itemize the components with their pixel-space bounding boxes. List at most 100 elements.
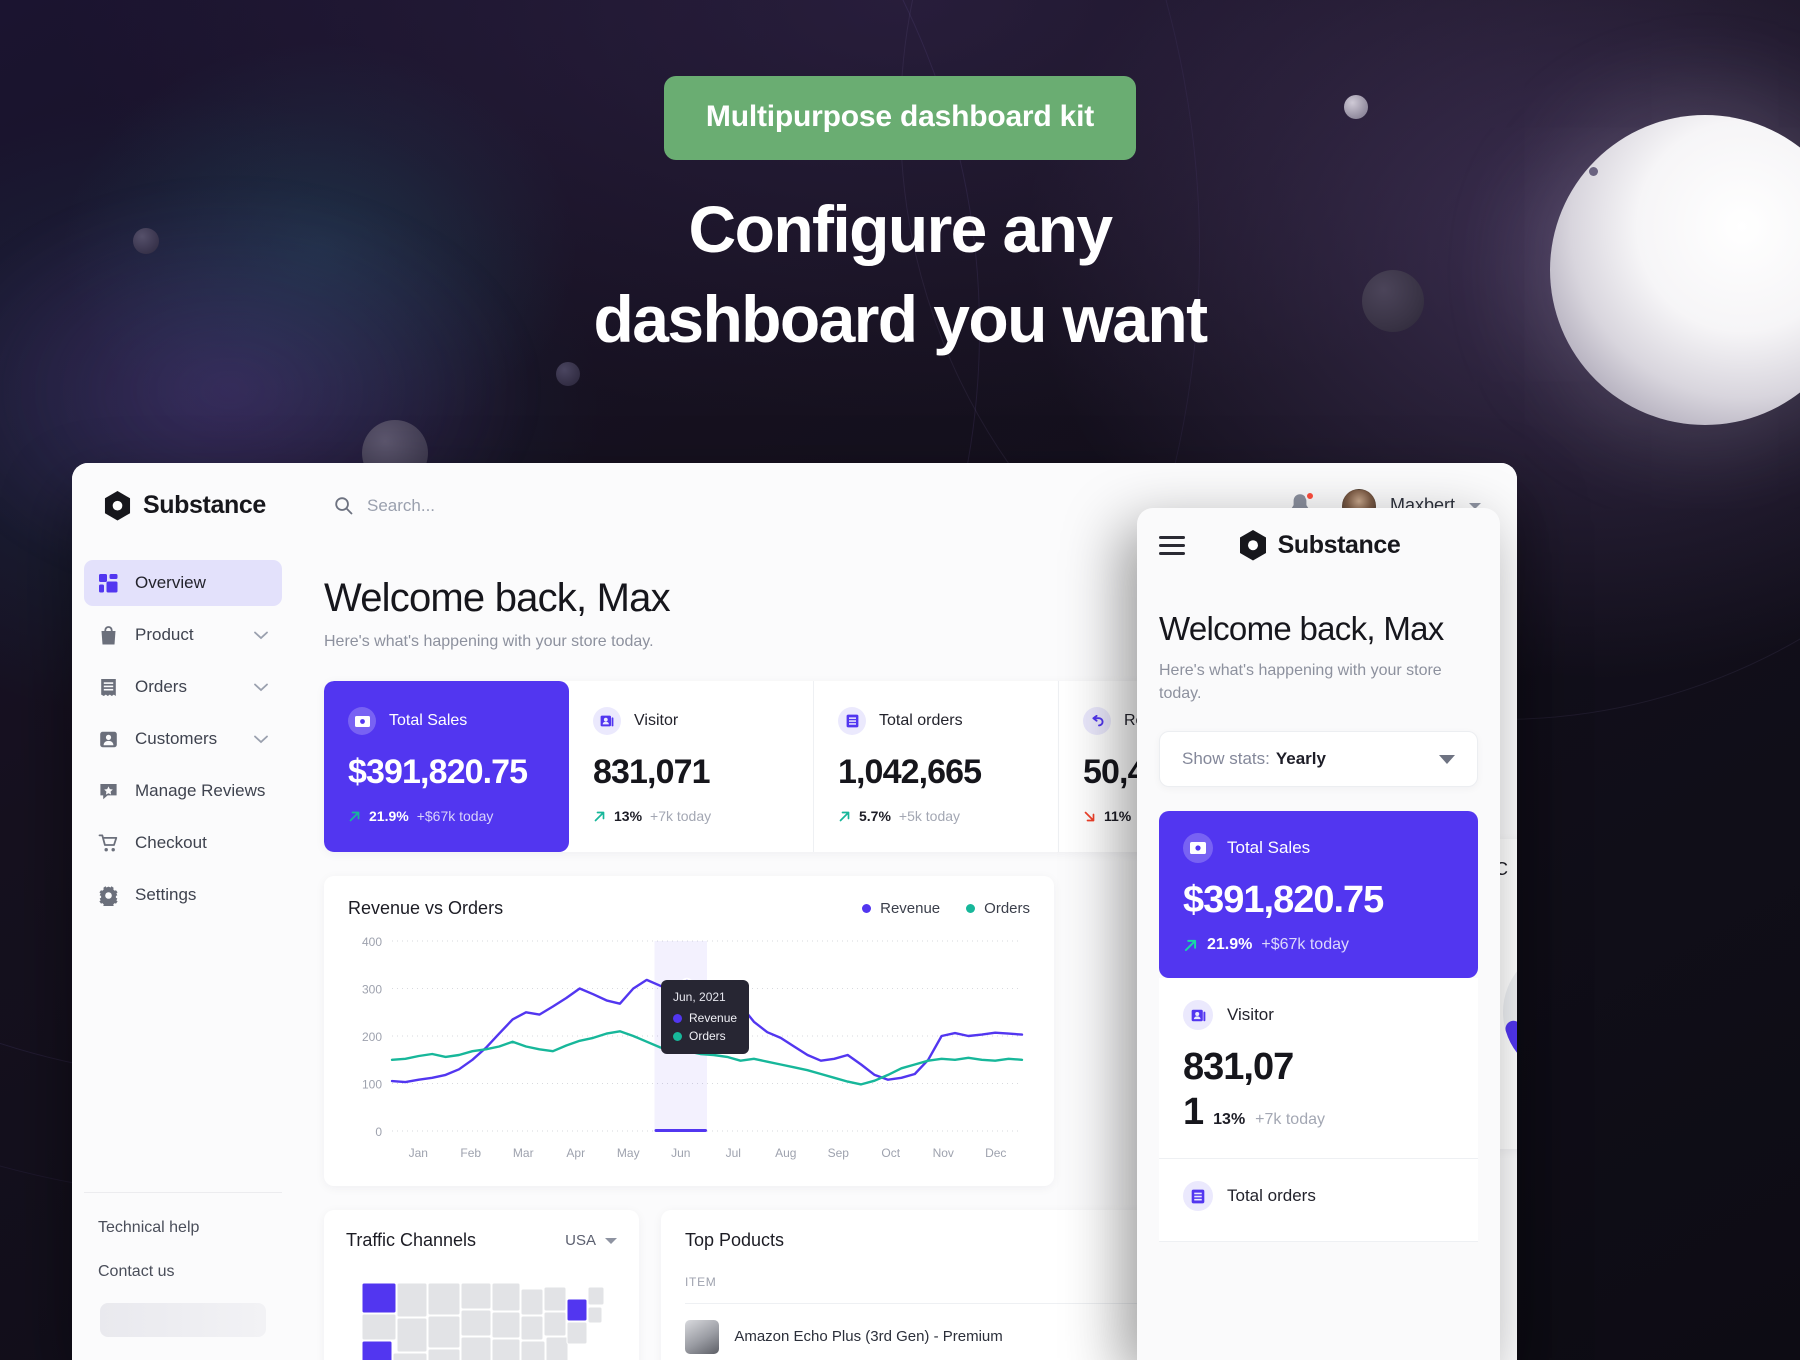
legend-dot-orders [966, 904, 976, 913]
mobile-stat-card-total-orders[interactable]: Total orders [1159, 1159, 1478, 1243]
product-item-cell: Amazon Echo Plus (3rd Gen) - Premium [685, 1304, 1213, 1354]
arrow-up-right-icon [1184, 939, 1197, 952]
card-title: Traffic Channels [346, 1230, 477, 1250]
stat-delta-percent: 13% [614, 808, 643, 824]
mobile-app-panel: Substance Welcome back, Max Here's what'… [1137, 508, 1500, 1360]
stat-value: $391,820.75 [348, 753, 528, 791]
mobile-stat-card-total-sales[interactable]: Total Sales $391,820.75 21.9% +$67k toda… [1159, 811, 1478, 979]
search-box[interactable] [334, 495, 747, 516]
stat-delta: 5.7% +5k today [838, 808, 1034, 824]
hamburger-line [1159, 535, 1185, 539]
stat-card-visitor[interactable]: Visitor 831,071 13% +7k today [569, 681, 814, 852]
sidebar-link-technical-help[interactable]: Technical help [98, 1219, 268, 1237]
mobile-card-header: Total orders [1183, 1181, 1454, 1212]
stat-delta-note: +$67k today [416, 808, 494, 824]
svg-text:Feb: Feb [460, 1146, 481, 1160]
sidebar-item-label: Product [135, 625, 194, 644]
mobile-card-value: $391,820.75 [1183, 879, 1384, 922]
mobile-card-delta-percent: 21.9% [1207, 936, 1253, 954]
substance-logo-icon [1239, 529, 1266, 560]
visitor-icon [1183, 1000, 1213, 1031]
stat-header: Total orders [838, 707, 1034, 735]
stat-card-total-orders[interactable]: Total orders 1,042,665 5.7% +5k today [814, 681, 1059, 852]
hero-title-line-1: Configure any [688, 192, 1114, 266]
hamburger-menu-icon[interactable] [1159, 535, 1185, 555]
svg-text:May: May [617, 1146, 640, 1160]
sidebar-item-label: Manage Reviews [135, 781, 266, 800]
legend-item-revenue[interactable]: Revenue [862, 900, 940, 917]
legend-label: Orders [984, 900, 1030, 917]
stat-label: Visitor [634, 712, 679, 729]
stat-card-total-sales[interactable]: Total Sales $391,820.75 21.9% +$67k toda… [324, 681, 569, 852]
tooltip-dot-revenue [673, 1013, 682, 1023]
sidebar-item-settings[interactable]: Settings [84, 872, 282, 918]
mobile-card-value-tail: 1 [1183, 1091, 1204, 1134]
visitor-icon [593, 707, 621, 735]
sidebar-promo-banner [100, 1303, 266, 1337]
mobile-card-header: Visitor [1183, 1000, 1454, 1031]
svg-text:Jan: Jan [409, 1146, 428, 1160]
mobile-card-delta: 21.9% +$67k today [1183, 936, 1454, 954]
hamburger-line [1159, 551, 1185, 555]
arrow-up-right-icon [349, 811, 360, 821]
mobile-card-delta-percent: 13% [1213, 1111, 1246, 1129]
chevron-down-icon [254, 735, 268, 743]
stat-delta-percent: 21.9% [369, 808, 409, 824]
grid-icon [99, 573, 118, 592]
chevron-down-icon [254, 631, 268, 639]
stat-delta-percent: 5.7% [859, 808, 891, 824]
chevron-down-icon [605, 1237, 617, 1244]
svg-text:Apr: Apr [566, 1146, 585, 1160]
stat-label: Total Sales [389, 712, 468, 729]
search-input[interactable] [367, 495, 747, 516]
hamburger-line [1159, 543, 1185, 547]
sidebar-item-manage-reviews[interactable]: Manage Reviews [84, 768, 282, 814]
legend-item-orders[interactable]: Orders [966, 900, 1030, 917]
hero-title-line-2: dashboard you want [593, 282, 1209, 356]
column-header-item: ITEM [685, 1275, 1213, 1304]
cart-icon [98, 834, 118, 851]
orders-icon [838, 707, 866, 735]
money-bill-icon [348, 707, 376, 735]
sidebar-item-product[interactable]: Product [84, 612, 282, 658]
sidebar-link-contact-us[interactable]: Contact us [98, 1263, 268, 1281]
region-dropdown[interactable]: USA [565, 1232, 617, 1249]
tooltip-row-orders: Orders [673, 1029, 737, 1043]
sidebar-item-customers[interactable]: Customers [84, 716, 282, 762]
tooltip-row-revenue: Revenue [673, 1011, 737, 1025]
mobile-welcome-heading: Welcome back, Max [1159, 610, 1444, 647]
svg-text:Oct: Oct [881, 1146, 900, 1160]
mobile-card-label: Total Sales [1227, 838, 1311, 858]
mobile-brand-logo[interactable]: Substance [1239, 529, 1425, 561]
chart-header: Revenue vs Orders Revenue Orders [348, 898, 1030, 919]
stat-header: Visitor [593, 707, 789, 735]
sidebar-item-orders[interactable]: Orders [84, 664, 282, 710]
usa-map-icon[interactable] [346, 1269, 618, 1360]
notification-badge-dot [1304, 490, 1315, 501]
traffic-channels-card: Traffic Channels USA [324, 1210, 639, 1360]
user-card-icon [100, 731, 117, 747]
sidebar-item-label: Orders [135, 677, 187, 696]
page-title: Configure any dashboard you want [0, 196, 1800, 352]
search-icon [335, 497, 353, 515]
tooltip-label: Orders [689, 1029, 726, 1043]
review-star-icon [100, 783, 117, 799]
mobile-brand-name: Substance [1277, 530, 1401, 559]
stat-delta: 13% +7k today [593, 808, 789, 824]
brand-logo[interactable]: Substance [72, 490, 294, 521]
mobile-card-header: Total Sales [1183, 833, 1454, 864]
region-value: USA [565, 1232, 596, 1249]
arrow-up-right-icon [594, 811, 605, 821]
svg-text:Jul: Jul [726, 1146, 741, 1160]
chart-plot-area[interactable]: 0 100 200 300 400 Jan Feb Mar Apr May Jun Jul Aug Sep… [348, 935, 1030, 1165]
svg-text:200: 200 [362, 1030, 382, 1044]
stat-value: 1,042,665 [838, 753, 982, 791]
chart-tooltip: Jun, 2021 Revenue Orders [661, 980, 750, 1054]
mobile-card-value-tail-row: 1 13% +7k today [1183, 1091, 1454, 1134]
mobile-show-stats-dropdown[interactable]: Show stats: Yearly [1159, 731, 1478, 788]
sidebar-item-overview[interactable]: Overview [84, 560, 282, 606]
sidebar-item-checkout[interactable]: Checkout [84, 820, 282, 866]
mobile-stat-card-visitor[interactable]: Visitor 831,07 1 13% +7k today [1159, 978, 1478, 1160]
legend-dot-revenue [862, 904, 872, 913]
refund-icon [1083, 707, 1111, 735]
